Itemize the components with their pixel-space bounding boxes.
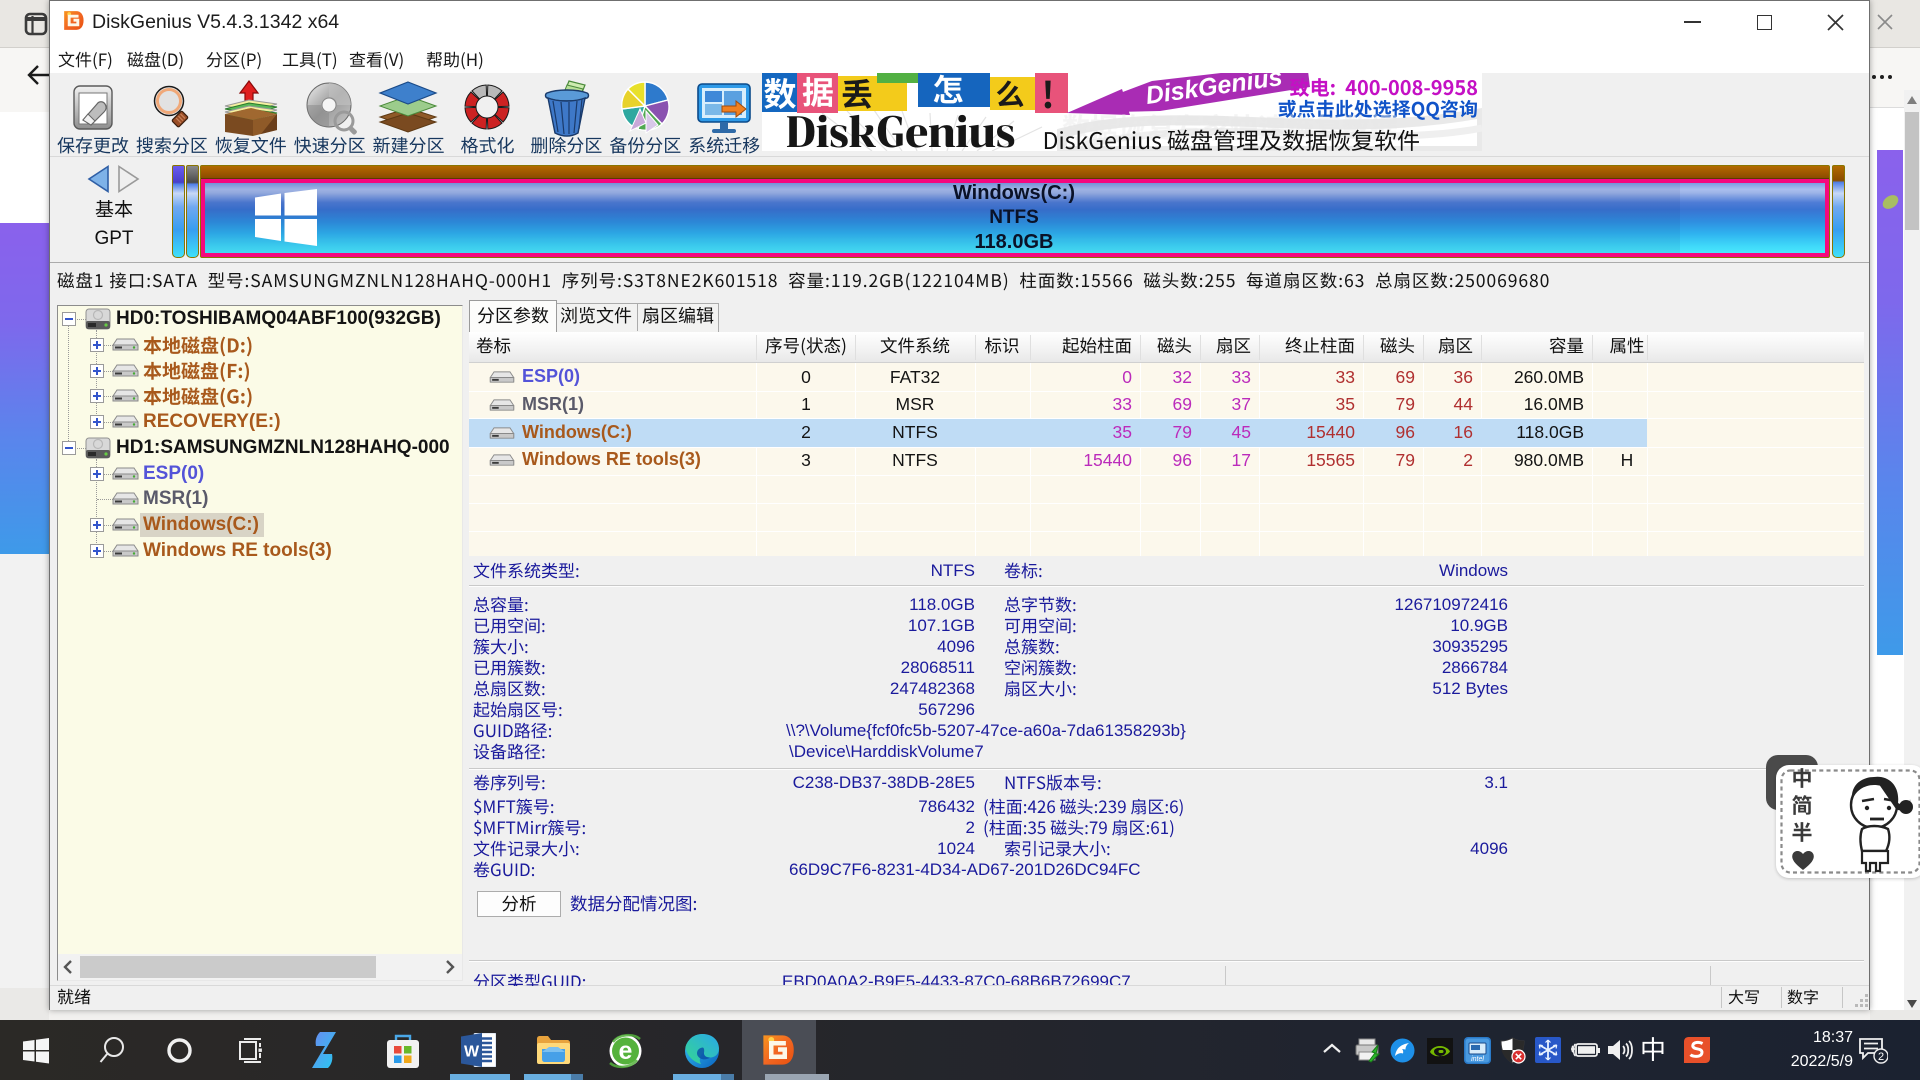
svg-text:2: 2 bbox=[1878, 1051, 1884, 1063]
svg-text:W: W bbox=[464, 1044, 480, 1061]
svg-text:intel: intel bbox=[1471, 1056, 1484, 1063]
svg-text:e: e bbox=[619, 1037, 633, 1065]
svg-text:DiskGenius: DiskGenius bbox=[1144, 73, 1284, 110]
